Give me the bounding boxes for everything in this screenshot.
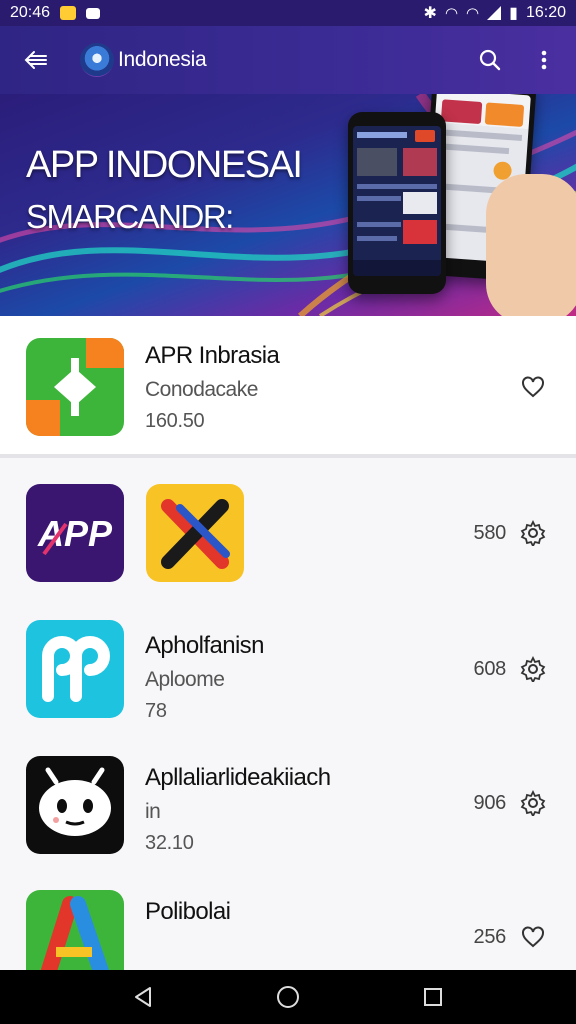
- app-count: 580: [473, 522, 507, 544]
- app-bar: Indonesia: [0, 26, 576, 94]
- banner-headline: APP INDONESAI: [26, 144, 303, 186]
- app-count: 906: [473, 792, 507, 814]
- app-logo-icon: [80, 43, 114, 77]
- app-meta: 78: [145, 700, 167, 722]
- nav-home-icon[interactable]: [268, 977, 308, 1017]
- robot-face-icon: [26, 756, 124, 854]
- nav-back-icon[interactable]: [123, 977, 163, 1017]
- app-subtitle: Aploome: [145, 668, 225, 691]
- signal-icon: [487, 6, 502, 20]
- app-subtitle: in: [145, 800, 161, 823]
- app-name: Polibolai: [145, 898, 231, 925]
- status-bar: 20:46 ✱ ◠ ◠ ▮ 16:20: [0, 0, 576, 26]
- promo-banner[interactable]: APP INDONESAI SMARCANDR:: [0, 94, 576, 316]
- back-arrow-icon[interactable]: [18, 42, 54, 78]
- code-arrows-icon: [26, 338, 124, 436]
- app-name: Apllaliarlideakiiach: [145, 764, 331, 791]
- wifi-icon: ◠: [444, 5, 459, 22]
- heart-outline-icon[interactable]: [520, 924, 546, 950]
- phone-mockup-front: [348, 112, 446, 294]
- notification-app-icon: [60, 6, 77, 20]
- app-logo-icon: APP: [26, 484, 124, 582]
- app-count: 608: [473, 658, 507, 680]
- banner-subheadline: SMARCANDR:: [26, 198, 234, 235]
- app-meta: 160.50: [145, 410, 205, 432]
- status-time-left: 20:46: [10, 4, 51, 21]
- app-title: Indonesia: [118, 48, 207, 71]
- app-subtitle: Conodacake: [145, 378, 258, 401]
- battery-icon: ▮: [509, 5, 518, 22]
- app-list: APR Inbrasia Conodacake 160.50 APP 580 A…: [0, 316, 576, 970]
- app-meta: 32.10: [145, 832, 194, 854]
- heart-outline-icon[interactable]: [520, 374, 546, 400]
- list-item[interactable]: APR Inbrasia Conodacake 160.50: [0, 316, 576, 458]
- status-time-right: 16:20: [525, 4, 566, 21]
- notification-message-icon: [86, 7, 101, 19]
- list-item[interactable]: Apholfanisn Aploome 78 608: [0, 594, 576, 728]
- hand-image: [486, 174, 576, 316]
- search-icon[interactable]: [476, 46, 504, 74]
- app-count: 256: [473, 926, 507, 948]
- gear-icon[interactable]: [520, 520, 546, 546]
- gear-icon[interactable]: [520, 656, 546, 682]
- p-logo-icon: [26, 620, 124, 718]
- x-logo-icon: [146, 484, 244, 582]
- more-vert-icon[interactable]: [530, 46, 558, 74]
- list-item[interactable]: Polibolai 256: [0, 864, 576, 970]
- gear-icon[interactable]: [520, 790, 546, 816]
- list-item[interactable]: APP 580: [0, 458, 576, 594]
- a-logo-icon: [26, 890, 124, 970]
- system-nav-bar: [0, 970, 576, 1024]
- wifi-icon-2: ◠: [466, 5, 480, 22]
- list-item[interactable]: Apllaliarlideakiiach in 32.10 906: [0, 728, 576, 864]
- nav-recents-icon[interactable]: [413, 977, 453, 1017]
- app-name: APR Inbrasia: [145, 342, 280, 369]
- bluetooth-icon: ✱: [423, 5, 437, 22]
- app-name: Apholfanisn: [145, 632, 264, 659]
